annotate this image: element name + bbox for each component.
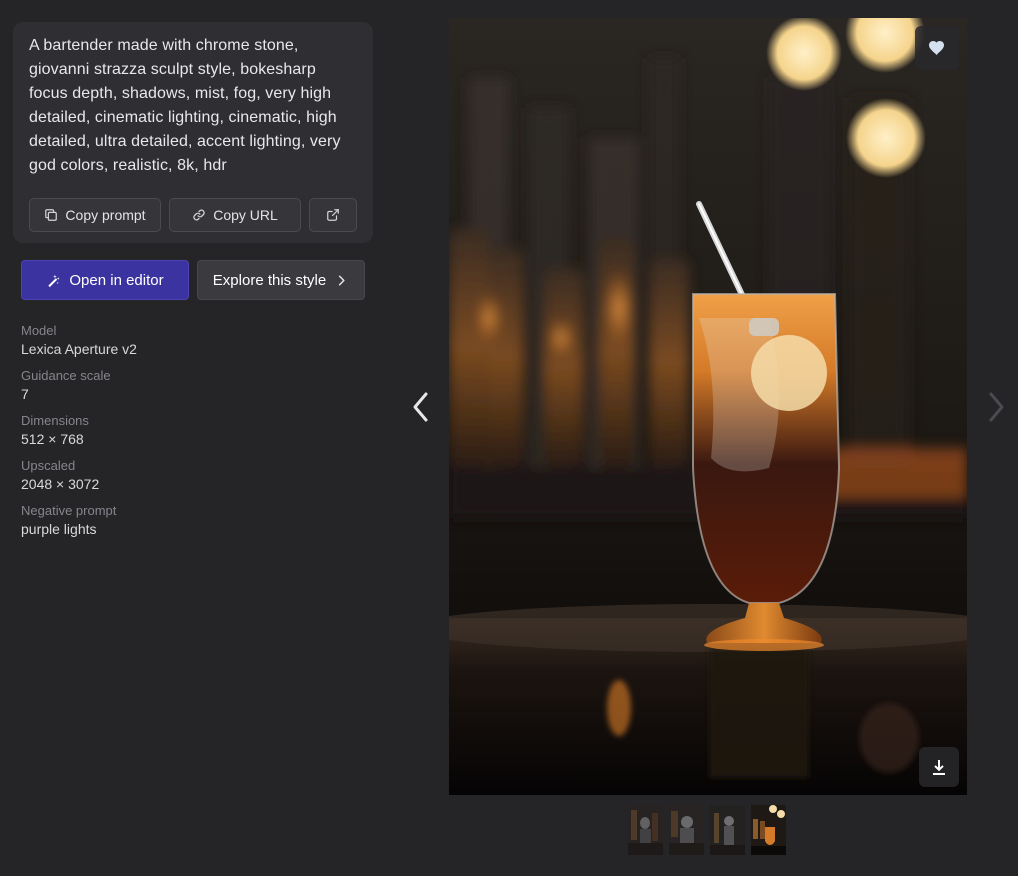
meta-value: 512 × 768 <box>21 431 84 447</box>
next-image-button[interactable] <box>980 388 1012 426</box>
meta-value: 2048 × 3072 <box>21 476 100 492</box>
open-in-editor-label: Open in editor <box>69 271 164 289</box>
image-metadata: Model Lexica Aperture v2 Guidance scale … <box>21 323 137 548</box>
meta-value: 7 <box>21 386 29 402</box>
meta-label: Model <box>21 323 57 338</box>
open-in-editor-button[interactable]: Open in editor <box>21 260 189 300</box>
meta-upscaled: Upscaled 2048 × 3072 <box>21 458 137 494</box>
thumbnail-image <box>628 805 663 855</box>
cta-row: Open in editor Explore this style <box>21 260 365 300</box>
meta-value: purple lights <box>21 521 97 537</box>
copy-url-button[interactable]: Copy URL <box>169 198 301 232</box>
chevron-right-icon <box>339 275 345 285</box>
explore-style-button[interactable]: Explore this style <box>197 260 365 300</box>
chevron-left-icon <box>413 392 428 422</box>
meta-value: Lexica Aperture v2 <box>21 341 137 357</box>
thumbnail-strip <box>628 805 786 855</box>
thumbnail-active[interactable] <box>751 805 786 855</box>
meta-label: Upscaled <box>21 458 76 473</box>
prompt-actions: Copy prompt Copy URL <box>29 198 357 232</box>
chevron-right-icon <box>989 392 1004 422</box>
copy-url-label: Copy URL <box>213 207 278 223</box>
thumbnail[interactable] <box>669 805 704 855</box>
link-icon <box>193 209 205 221</box>
thumbnail[interactable] <box>628 805 663 855</box>
external-link-icon <box>327 209 339 221</box>
favorite-button[interactable] <box>915 26 959 70</box>
heart-icon <box>929 40 944 55</box>
prompt-text: A bartender made with chrome stone, giov… <box>29 37 341 174</box>
meta-guidance-scale: Guidance scale 7 <box>21 368 137 404</box>
explore-style-label: Explore this style <box>212 271 327 289</box>
meta-model: Model Lexica Aperture v2 <box>21 323 137 359</box>
meta-label: Negative prompt <box>21 503 117 518</box>
open-external-button[interactable] <box>309 198 357 232</box>
meta-dimensions: Dimensions 512 × 768 <box>21 413 137 449</box>
meta-label: Dimensions <box>21 413 89 428</box>
thumbnail[interactable] <box>710 805 745 855</box>
copy-icon <box>45 209 58 221</box>
thumbnail-image <box>710 805 745 855</box>
magic-wand-icon <box>48 274 60 287</box>
download-button[interactable] <box>919 747 959 787</box>
copy-prompt-label: Copy prompt <box>65 207 146 223</box>
prompt-card: A bartender made with chrome stone, giov… <box>13 22 373 243</box>
copy-prompt-button[interactable]: Copy prompt <box>29 198 161 232</box>
thumbnail-image <box>751 805 786 855</box>
cocktail-image <box>449 18 967 795</box>
previous-image-button[interactable] <box>405 388 437 426</box>
meta-label: Guidance scale <box>21 368 111 383</box>
meta-negative-prompt: Negative prompt purple lights <box>21 503 137 539</box>
thumbnail-image <box>669 805 704 855</box>
download-icon <box>933 759 945 775</box>
generated-image[interactable] <box>449 18 967 795</box>
